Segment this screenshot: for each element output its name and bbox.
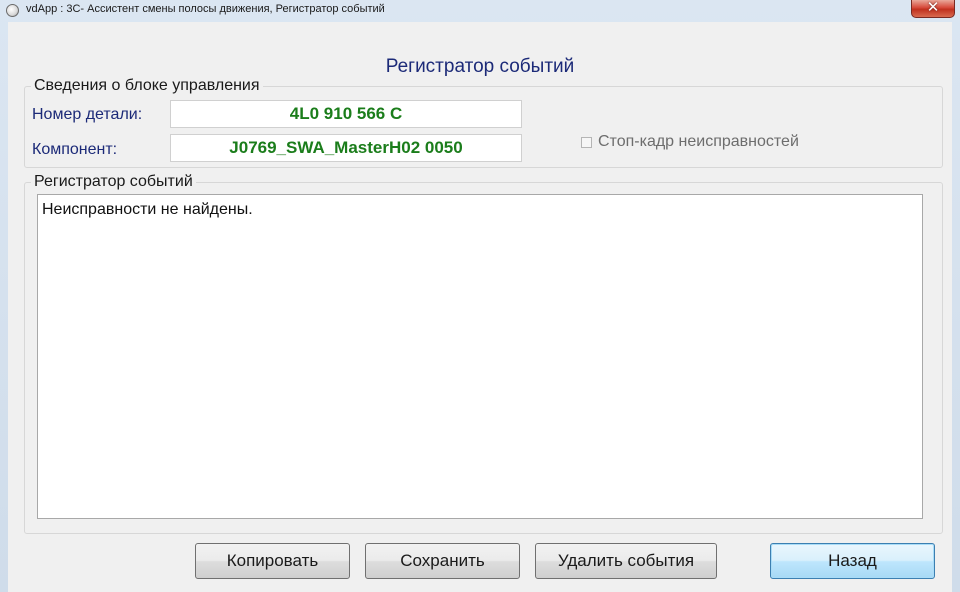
dialog-body: Регистратор событий Сведения о блоке упр… [8, 22, 952, 592]
freeze-frame-checkbox[interactable]: Стоп-кадр неисправностей [581, 133, 799, 151]
window-title: vdApp : 3C- Ассистент смены полосы движе… [26, 3, 385, 15]
close-button[interactable]: ✕ [911, 0, 955, 18]
title-bar[interactable]: vdApp : 3C- Ассистент смены полосы движе… [0, 0, 960, 22]
event-log-textarea[interactable]: Неисправности не найдены. [37, 194, 923, 519]
freeze-frame-label: Стоп-кадр неисправностей [598, 133, 799, 150]
event-log-text: Неисправности не найдены. [42, 201, 253, 218]
page-title: Регистратор событий [385, 56, 575, 77]
copy-button[interactable]: Копировать [195, 543, 350, 579]
save-button[interactable]: Сохранить [365, 543, 520, 579]
checkbox-box[interactable] [581, 136, 592, 148]
close-icon: ✕ [926, 0, 940, 16]
part-number-label: Номер детали: [32, 106, 143, 123]
control-unit-legend: Сведения о блоке управления [31, 77, 263, 95]
back-button[interactable]: Назад [770, 543, 935, 579]
app-window: vdApp : 3C- Ассистент смены полосы движе… [0, 0, 960, 592]
part-number-field[interactable]: 4L0 910 566 C [170, 100, 522, 128]
component-field[interactable]: J0769_SWA_MasterH02 0050 [170, 134, 522, 162]
app-icon [6, 4, 19, 17]
event-log-legend: Регистратор событий [31, 173, 196, 191]
delete-events-button[interactable]: Удалить события [535, 543, 717, 579]
component-label: Компонент: [32, 141, 118, 158]
